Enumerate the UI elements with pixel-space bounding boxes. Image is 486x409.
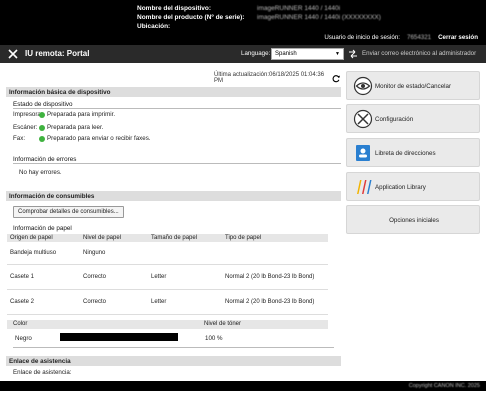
paper-table: Origen de papel Nivel de papel Tamaño de… — [7, 234, 328, 315]
divider — [13, 108, 341, 109]
footer: Copyright CANON INC. 2025 — [0, 381, 486, 391]
error-info-heading: Información de errores — [13, 156, 77, 163]
chevron-down-icon: ▼ — [335, 51, 340, 57]
table-header-row: Origen de papel Nivel de papel Tamaño de… — [7, 234, 328, 242]
application-library-icon — [357, 180, 372, 194]
product-name-label: Nombre del producto (Nº de serie): — [137, 14, 245, 21]
menu-label: Configuración — [375, 116, 414, 123]
last-update: Última actualización:06/18/2025 01:04:36… — [214, 72, 341, 84]
divider — [13, 347, 334, 348]
status-fax: Fax: Preparado para enviar o recibir fax… — [13, 135, 151, 142]
device-info: Nombre del dispositivo: imageRUNNER 1440 … — [137, 4, 381, 31]
status-ok-icon — [39, 135, 45, 142]
status-scanner: Escáner: Preparada para leer. — [13, 124, 103, 131]
language-select[interactable]: Spanish ▼ — [271, 48, 344, 60]
mail-admin-icon[interactable] — [348, 49, 358, 59]
device-name-value: imageRUNNER 1440 / 1440i — [257, 5, 341, 12]
status-value: Preparada para imprimir. — [47, 111, 116, 118]
paper-level: Ninguno — [80, 242, 148, 265]
status-value: Preparado para enviar o recibir faxes. — [47, 135, 151, 142]
last-update-text: Última actualización:06/18/2025 01:04:36… — [214, 72, 325, 84]
paper-source: Bandeja multiuso — [7, 242, 80, 265]
language-value: Spanish — [275, 51, 297, 57]
paper-source: Casete 1 — [7, 264, 80, 290]
menu-label: Application Library — [375, 184, 426, 191]
error-info-value: No hay errores. — [19, 169, 62, 176]
paper-level: Correcto — [80, 289, 148, 315]
paper-size: Letter — [148, 289, 222, 315]
status-ok-icon — [39, 124, 45, 131]
paper-level: Correcto — [80, 264, 148, 290]
menu-label: Monitor de estado/Cancelar — [375, 83, 452, 90]
status-value: Preparada para leer. — [47, 124, 104, 131]
support-section: Enlace de asistencia — [6, 356, 341, 366]
paper-size — [148, 242, 222, 265]
check-consumables-button[interactable]: Comprobar detalles de consumibles... — [13, 206, 124, 218]
table-row: Casete 1 Correcto Letter Normal 2 (20 lb… — [7, 264, 328, 290]
table-row: Bandeja multiuso Ninguno — [7, 242, 328, 265]
address-book-button[interactable]: Libreta de direcciones — [346, 138, 480, 167]
status-label: Escáner: — [13, 124, 38, 131]
table-row: Casete 2 Correcto Letter Normal 2 (20 lb… — [7, 289, 328, 315]
address-book-icon — [356, 145, 370, 161]
login-user-value: 7654321 — [407, 34, 432, 41]
column-header: Tamaño de papel — [148, 234, 222, 242]
portal-nav: IU remota: Portal Language: Spanish ▼ En… — [0, 45, 486, 63]
toner-color-header: Color — [13, 321, 28, 327]
location-label: Ubicación: — [137, 23, 171, 30]
refresh-icon[interactable] — [332, 74, 341, 83]
mail-admin-link[interactable]: Enviar correo electrónico al administrad… — [362, 50, 476, 57]
column-header: Origen de papel — [7, 234, 80, 242]
paper-size: Letter — [148, 264, 222, 290]
paper-type: Normal 2 (20 lb Bond-23 lb Bond) — [222, 289, 328, 315]
menu-label: Opciones iniciales — [389, 217, 439, 224]
consumables-section: Información de consumibles — [6, 191, 341, 201]
paper-type — [222, 242, 328, 265]
device-header: Nombre del dispositivo: imageRUNNER 1440 … — [0, 0, 486, 45]
paper-source: Casete 2 — [7, 289, 80, 315]
login-user-label: Usuario de inicio de sesión: — [324, 34, 400, 41]
language-label: Language: — [241, 50, 271, 57]
toner-table-header: Color Nivel de tóner — [7, 320, 328, 329]
menu-label: Libreta de direcciones — [375, 150, 436, 157]
divider — [13, 163, 341, 164]
toner-level: 100 % — [205, 335, 223, 342]
settings-button[interactable]: Configuración — [346, 104, 480, 133]
status-ok-icon — [39, 111, 45, 118]
paper-type: Normal 2 (20 lb Bond-23 lb Bond) — [222, 264, 328, 290]
home-options-button[interactable]: Opciones iniciales — [346, 205, 480, 234]
portal-title: IU remota: Portal — [25, 49, 90, 58]
support-link-label: Enlace de asistencia: — [13, 369, 72, 376]
toner-level-bar — [60, 333, 178, 341]
status-monitor-button[interactable]: Monitor de estado/Cancelar — [346, 71, 480, 100]
session-info: Usuario de inicio de sesión: 7654321 Cer… — [324, 34, 478, 41]
device-name-label: Nombre del dispositivo: — [137, 5, 212, 12]
copyright: Copyright CANON INC. 2025 — [408, 383, 480, 389]
logout-link[interactable]: Cerrar sesión — [438, 34, 478, 41]
tools-icon — [353, 109, 373, 129]
toner-color: Negro — [15, 335, 32, 342]
remote-ui-logo-icon — [8, 49, 18, 59]
product-name-value: imageRUNNER 1440 / 1440i (XXXXXXXX) — [257, 14, 381, 21]
paper-info-heading: Información de papel — [13, 225, 72, 232]
status-label: Impresora: — [13, 111, 43, 118]
application-library-button[interactable]: Application Library — [346, 172, 480, 201]
device-status-heading: Estado de dispositivo — [13, 101, 73, 108]
status-printer: Impresora: Preparada para imprimir. — [13, 111, 115, 118]
column-header: Tipo de papel — [222, 234, 328, 242]
status-label: Fax: — [13, 135, 26, 142]
column-header: Nivel de papel — [80, 234, 148, 242]
eye-icon — [353, 76, 373, 96]
basic-info-section: Información básica de dispositivo — [6, 87, 341, 97]
toner-level-header: Nivel de tóner — [204, 321, 242, 327]
